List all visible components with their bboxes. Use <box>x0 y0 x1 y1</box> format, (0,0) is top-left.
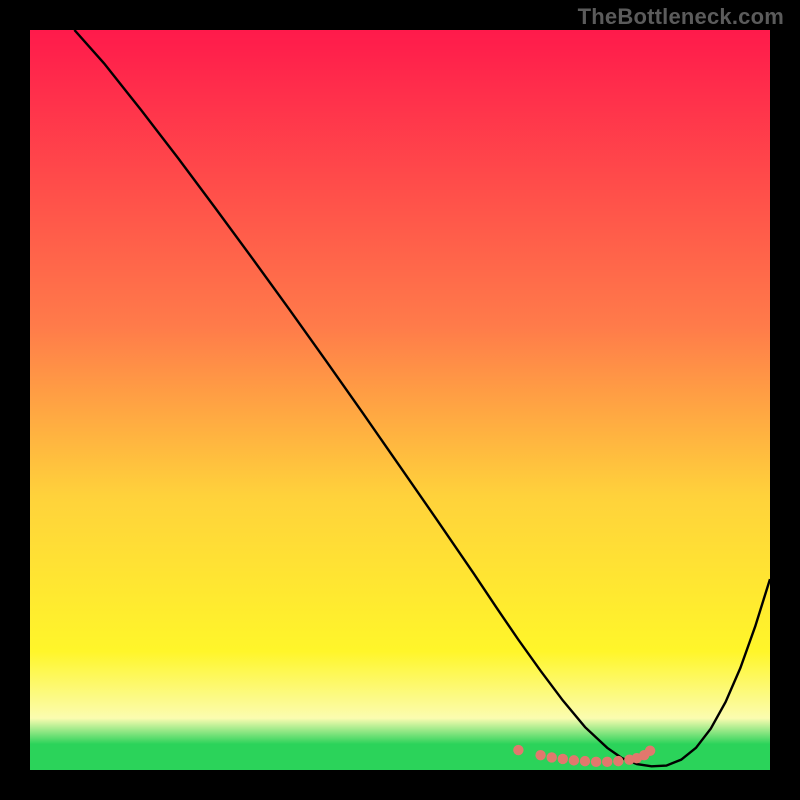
gradient-background <box>30 30 770 770</box>
curve-marker <box>513 745 523 755</box>
curve-marker <box>580 756 590 766</box>
watermark-text: TheBottleneck.com <box>578 4 784 30</box>
curve-marker <box>535 750 545 760</box>
curve-marker <box>645 746 655 756</box>
plot-area <box>30 30 770 770</box>
curve-marker <box>569 755 579 765</box>
chart-frame: TheBottleneck.com <box>0 0 800 800</box>
chart-svg <box>30 30 770 770</box>
curve-marker <box>602 757 612 767</box>
curve-marker <box>558 754 568 764</box>
curve-marker <box>547 752 557 762</box>
curve-marker <box>613 756 623 766</box>
curve-marker <box>591 757 601 767</box>
